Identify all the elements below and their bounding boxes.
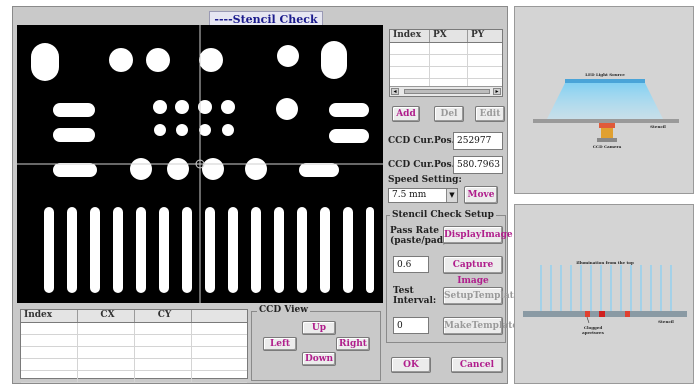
apertures-label: apertures [582, 330, 604, 335]
left-button[interactable]: Left [263, 337, 297, 351]
ccd-pos-y-field[interactable]: 580.7963 [453, 156, 503, 174]
ok-button[interactable]: OK [391, 357, 431, 373]
table-row[interactable] [21, 347, 247, 359]
test-interval-field[interactable]: 0 [393, 317, 429, 334]
backlight-illustration [533, 79, 679, 142]
scroll-right-icon[interactable]: ▸ [493, 88, 501, 95]
add-button[interactable]: Add [392, 106, 420, 122]
test-interval-label: Test [393, 286, 414, 296]
scroll-left-icon[interactable]: ◂ [391, 88, 399, 95]
table-row[interactable] [21, 335, 247, 347]
right-button[interactable]: Right [336, 337, 370, 351]
ccd-image [17, 25, 383, 303]
setup-template-button[interactable]: SetupTemplate [443, 287, 520, 305]
table-row[interactable] [390, 55, 502, 67]
col-index: Index [390, 30, 430, 42]
ccd-camera-label: CCD Camera [592, 144, 622, 149]
col-cy: CY [135, 310, 192, 322]
ccd-view-label: CCD View [257, 305, 310, 315]
led-source-label: LED Light Source [585, 72, 625, 77]
speed-select[interactable]: 7.5 mm ▼ [388, 188, 458, 203]
move-button[interactable]: Move [464, 186, 498, 204]
stencil-label: Stencil [650, 124, 666, 129]
table-row[interactable] [21, 371, 247, 383]
top-illumination-illustration [523, 265, 687, 324]
speed-label: Speed Setting: [388, 175, 462, 185]
index-grid-header: Index PX PY [390, 30, 502, 43]
diagram-top-illumination: Illumination from the top Stencil Clogge… [514, 204, 694, 384]
display-image-button[interactable]: DisplayImage [443, 226, 513, 244]
col-index: Index [21, 310, 78, 322]
down-button[interactable]: Down [302, 352, 336, 366]
scroll-thumb[interactable] [404, 89, 490, 94]
stencil-label-bottom: Stencil [658, 319, 674, 324]
table-row[interactable] [390, 67, 502, 79]
stencil-check-dialog: ----Stencil Check Index PX PY ◂ ▸ Add De… [12, 6, 520, 384]
ccd-pos-x-field[interactable]: 252977 [453, 132, 503, 150]
table-row[interactable] [390, 43, 502, 55]
up-button[interactable]: Up [302, 321, 336, 335]
coordinates-grid[interactable]: Index CX CY [20, 309, 248, 383]
test-interval-label-2: Interval: [393, 296, 437, 306]
capture-image-button[interactable]: Capture Image [443, 256, 503, 286]
pass-rate-label: Pass Rate [390, 226, 440, 236]
edit-button[interactable]: Edit [475, 106, 505, 122]
col-empty [192, 310, 247, 322]
speed-value: 7.5 mm [392, 190, 427, 200]
col-px: PX [430, 30, 468, 42]
del-button[interactable]: Del [434, 106, 464, 122]
make-template-button[interactable]: MakeTemplate [443, 317, 518, 335]
index-grid[interactable]: Index PX PY ◂ ▸ [389, 29, 503, 97]
diagram-backlight: LED Light Source Stencil CCD Camera [514, 6, 694, 194]
col-cx: CX [78, 310, 135, 322]
setup-group-label: Stencil Check Setup [390, 210, 496, 220]
cancel-button[interactable]: Cancel [451, 357, 503, 373]
ccd-camera-view[interactable] [17, 25, 383, 303]
illumination-title: Illumination from the top [576, 260, 634, 265]
pass-rate-field[interactable]: 0.6 [393, 256, 429, 273]
table-row[interactable] [21, 359, 247, 371]
coordinates-grid-header: Index CX CY [21, 310, 247, 323]
table-row[interactable] [21, 323, 247, 335]
horizontal-scrollbar[interactable]: ◂ ▸ [390, 86, 502, 96]
chevron-down-icon[interactable]: ▼ [446, 189, 457, 202]
col-py: PY [471, 30, 485, 40]
